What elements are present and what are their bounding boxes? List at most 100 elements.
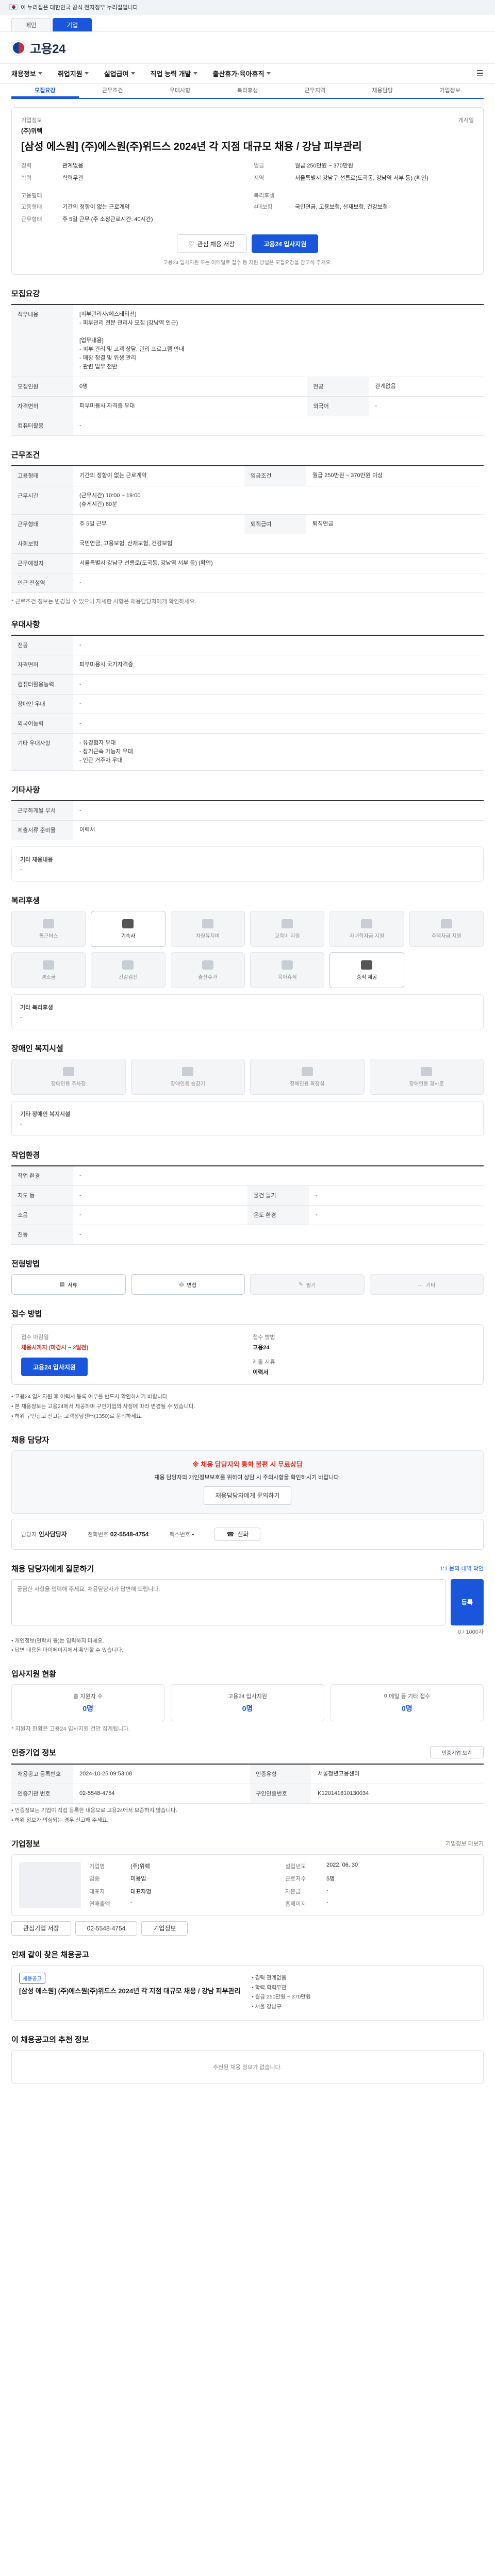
logo-icon[interactable]	[11, 40, 26, 55]
preference-section-title: 우대사항	[11, 620, 40, 629]
tab-main[interactable]: 메인	[11, 18, 51, 31]
welfare-tile: 건강검진	[91, 952, 166, 989]
company-more-link[interactable]: 기업정보 더보기	[446, 1839, 484, 1848]
company-section-title: 기업정보 기업정보 더보기	[11, 1839, 484, 1849]
list-item: • 경력 관계없음	[252, 1974, 287, 1981]
house-icon	[440, 919, 452, 928]
welfare-tile: 육아휴직	[250, 952, 325, 989]
employ-type-label: 고용형태	[21, 204, 42, 210]
env-table: 작업 환경 - 지도 등 - 물건 들기 - 소음 - 온도 환경 - 진동 -	[11, 1165, 484, 1245]
tab-welfare[interactable]: 복리후생	[214, 83, 282, 98]
list-item: • 답변 내용은 마이페이지에서 확인할 수 있습니다.	[11, 1647, 124, 1654]
deadline-label: 접수 마감일	[21, 1334, 49, 1341]
save-job-button[interactable]: ♡ 관심 채용 저장	[176, 234, 247, 253]
contact-name-label: 담당자	[21, 1532, 37, 1538]
hamburger-menu-icon[interactable]: ☰	[476, 69, 484, 79]
career-value: 관계없음	[62, 163, 84, 169]
qna-input[interactable]	[11, 1579, 446, 1625]
document-icon: ▤	[59, 1281, 65, 1287]
employ-type-value: 기간의 정함이 없는 근로계약	[62, 204, 130, 210]
gnb-item-training[interactable]: 직업 능력 개발	[151, 69, 197, 78]
apply-button[interactable]: 고용24 입사지원	[252, 234, 319, 253]
job-summary-card: 기업정보 (주)위렉 게시일 [삼성 에스원] (주)에스원(주)위드스 202…	[11, 107, 484, 275]
chevron-down-icon	[38, 72, 42, 75]
qna-section-title: 채용 담당자에게 질문하기 1:1 문의 내역 확인	[11, 1564, 484, 1573]
qna-history-link[interactable]: 1:1 문의 내역 확인	[440, 1564, 484, 1572]
qna-counter: 0 / 1000자	[458, 1629, 484, 1635]
table-row: 컴퓨터활용능력 -	[11, 674, 484, 694]
phone-icon: ☎	[226, 1530, 235, 1538]
work-type-value: 주 5일 근무 (주 소정근로시간: 40시간)	[62, 216, 153, 223]
similar-card[interactable]: 채용공고 [삼성 에스원] (주)에스원(주)위드스 2024년 각 지점 대규…	[11, 1964, 484, 2021]
tab-contact[interactable]: 채용담당	[349, 83, 416, 98]
insurance-label: 4대보험	[254, 204, 273, 210]
documents-section-title: 기타사항	[11, 786, 40, 795]
tab-preference[interactable]: 우대사항	[146, 83, 214, 98]
conditions-table: 고용형태 기간의 정함이 없는 근로계약 임금조건 월급 250만원 ~ 370만원 …	[11, 465, 484, 593]
disability-tile: 장애인용 경사로	[369, 1059, 484, 1095]
stat-other: 이메일 등 기타 접수 0명	[330, 1684, 484, 1722]
company-logo	[19, 1861, 81, 1908]
interview-icon: ◎	[179, 1281, 184, 1287]
welfare-tile: 출산휴가	[170, 952, 245, 989]
car-icon	[202, 919, 213, 928]
disability-tile: 장애인용 주차장	[11, 1059, 126, 1095]
korean-flag-icon	[9, 4, 18, 10]
insurance-value: 국민연금, 고용보험, 산재보험, 건강보험	[295, 204, 388, 210]
welfare-tile: 주택자금 지원	[409, 911, 484, 947]
contact-section-title: 채용 담당자	[11, 1435, 50, 1445]
list-item: • 월급 250만원 ~ 370만원	[252, 1994, 311, 2001]
welfare-extra: 기타 복리후생 -	[11, 994, 484, 1030]
table-row: 진동 -	[11, 1225, 484, 1245]
gnb-item-support[interactable]: 취업지원	[58, 69, 89, 78]
gnb-item-leave[interactable]: 출산휴가·육아휴직	[213, 69, 271, 78]
save-company-button[interactable]: 관심기업 저장	[11, 1921, 71, 1936]
gnb-item-jobs[interactable]: 채용정보	[11, 69, 42, 78]
call-button[interactable]: ☎ 전화	[214, 1527, 261, 1541]
posted-label: 게시일	[458, 117, 474, 124]
form-label: 제출 서류	[253, 1359, 275, 1366]
table-row: 근무예정지 서울특별시 강남구 선릉로(도곡동, 강남역 서부 등) (확인)	[11, 553, 484, 573]
table-row: 작업 환경 -	[11, 1166, 484, 1187]
welfare-section-title: 복리후생	[11, 896, 40, 906]
table-row: 고용형태 기간의 정함이 없는 근로계약 임금조건 월급 250만원 ~ 370만원 …	[11, 466, 484, 486]
qna-box: 등록 0 / 1000자 • 개인정보(연락처 등)는 입력하지 마세요. • …	[11, 1579, 484, 1655]
certified-company-link[interactable]: 인증기업 보기	[430, 1746, 484, 1759]
tab-conditions[interactable]: 근무조건	[79, 83, 146, 98]
tab-company[interactable]: 기업	[53, 18, 92, 31]
table-row: 소음 - 온도 환경 -	[11, 1205, 484, 1226]
company-actions: 관심기업 저장 02-5548-4754 기업정보	[11, 1921, 484, 1936]
method-label: 접수 방법	[253, 1334, 275, 1341]
apply-button-secondary[interactable]: 고용24 입사지원	[21, 1358, 88, 1377]
contact-inquiry-button[interactable]: 채용담당자에게 문의하기	[203, 1486, 292, 1505]
method-value: 고용24	[253, 1345, 270, 1351]
education-label: 학력	[21, 175, 32, 181]
table-row: 장애인 우대 -	[11, 694, 484, 714]
site-logo[interactable]: 고용24	[30, 39, 65, 57]
disability-tiles: 장애인용 주차장 장애인용 승강기 장애인용 화장실 장애인용 경사로	[11, 1059, 484, 1095]
methods-tiles: ▤ 서류 ◎ 면접 ✎ 필기 … 기타	[11, 1274, 484, 1295]
chevron-down-icon	[193, 72, 197, 75]
stats-section-title: 입사지원 현황	[11, 1670, 56, 1679]
list-item: • 허위 구인광고 신고는 고객상담센터(1350)로 문의하세요.	[11, 1413, 143, 1419]
list-item: • 허위 정보가 의심되는 경우 신고해 주세요.	[11, 1817, 109, 1824]
stat-total: 총 지원자 수 0명	[11, 1684, 165, 1722]
section-tabs: 모집요강 근무조건 우대사항 복리후생 근무지역 채용담당 기업정보	[11, 83, 484, 99]
disability-extra: 기타 장애인 복지시설 -	[11, 1101, 484, 1137]
company-tel-button[interactable]: 02-5548-4754	[75, 1921, 138, 1936]
tab-location[interactable]: 근무지역	[281, 83, 349, 98]
contact-fax: -	[192, 1530, 194, 1538]
recommend-empty: 추천된 채용 정보가 없습니다.	[11, 2049, 484, 2084]
table-row: 자격면허 피부미용사 자격증 우대 외국어 -	[11, 396, 484, 417]
apply-notice: 고용24 입사지원 또는 이메일로 접수 등 지원 방법은 모집요강을 참고해 …	[163, 260, 332, 266]
method-document: ▤ 서류	[11, 1274, 126, 1295]
company-info-button[interactable]: 기업정보	[141, 1921, 188, 1936]
company-name[interactable]: (주)위렉	[21, 126, 42, 135]
welfare-tiles: 통근버스 기숙사 차량유지비 교육비 지원 자녀학자금 지원 주택자금 지원 경…	[11, 911, 484, 989]
similar-title[interactable]: [삼성 에스원] (주)에스원(주)위드스 2024년 각 지점 대규모 채용 …	[19, 1987, 243, 1996]
tab-recruit[interactable]: 모집요강	[11, 83, 79, 98]
recruit-section-title: 모집요강	[11, 290, 40, 298]
qna-submit-button[interactable]: 등록	[450, 1579, 484, 1625]
gnb-item-benefit[interactable]: 실업급여	[104, 69, 135, 78]
tab-company-info[interactable]: 기업정보	[416, 83, 484, 98]
